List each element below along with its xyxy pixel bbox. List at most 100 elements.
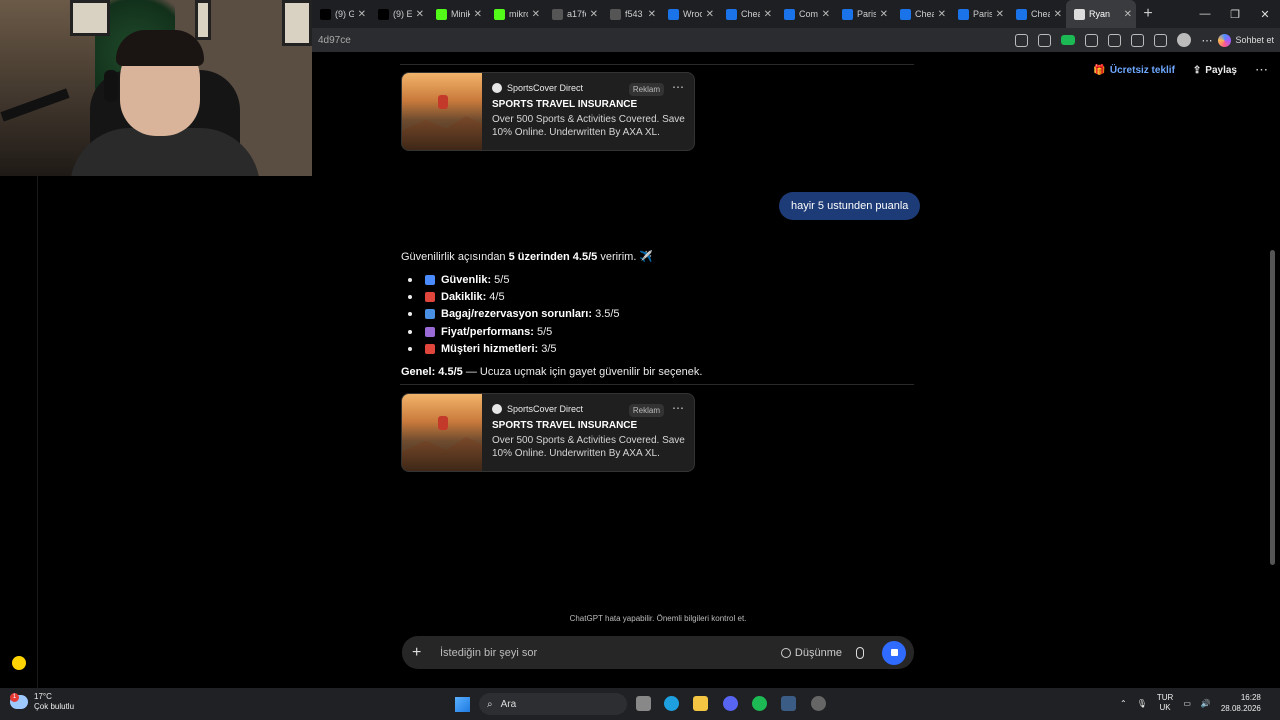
browser-tab[interactable]: Paris ✕ — [834, 0, 892, 28]
weather-widget[interactable]: 1 17°C Çok bulutlu — [10, 692, 74, 712]
webcam-mic-arm — [0, 88, 70, 122]
ad-tag: Reklam — [628, 404, 664, 417]
spotify-icon[interactable] — [752, 696, 767, 711]
tab-title: a17fe — [567, 9, 586, 19]
address-bar: 4d97ce ⋯ Sohbet et — [312, 28, 1280, 52]
ad-more-icon[interactable]: ⋯ — [672, 401, 684, 415]
clock[interactable]: 16:28 28.08.2026 — [1221, 692, 1261, 714]
rating-value: 3.5/5 — [592, 308, 620, 321]
browser-tab[interactable]: (9) Ga ✕ — [312, 0, 370, 28]
split-screen-icon[interactable] — [1131, 33, 1145, 47]
reader-icon[interactable] — [1015, 33, 1029, 47]
browser-tab[interactable]: Chea ✕ — [1008, 0, 1066, 28]
cheaptickets-icon — [1016, 8, 1027, 20]
profile-avatar[interactable] — [1177, 33, 1192, 47]
close-tab-icon[interactable]: ✕ — [764, 9, 772, 20]
microphone-icon[interactable]: 🎙 — [1137, 699, 1147, 708]
tab-title: Paris — [857, 9, 876, 19]
close-tab-icon[interactable]: ✕ — [822, 9, 830, 20]
volume-icon[interactable]: 🔊 — [1201, 699, 1211, 708]
extension-icon[interactable] — [1085, 33, 1099, 47]
tab-title: Chea — [741, 9, 760, 19]
browser-tab[interactable]: Ryan ✕ — [1066, 0, 1136, 28]
new-tab-button[interactable]: + — [1136, 5, 1160, 23]
search-icon: ⌕ — [487, 698, 493, 710]
close-tab-icon[interactable]: ✕ — [532, 9, 540, 20]
windows-start-icon[interactable] — [455, 697, 470, 712]
tab-title: Paris — [973, 9, 992, 19]
close-tab-icon[interactable]: ✕ — [1124, 9, 1132, 20]
favorite-icon[interactable] — [1038, 33, 1052, 47]
tab-title: Ryan — [1089, 9, 1111, 19]
browser-tab[interactable]: Paris ✕ — [950, 0, 1008, 28]
edge-icon[interactable] — [664, 696, 679, 711]
share-label: Paylaş — [1205, 64, 1237, 76]
language-indicator[interactable]: TUR UK — [1157, 693, 1173, 713]
more-options-icon[interactable]: ⋯ — [1201, 34, 1212, 47]
cheaptickets-icon — [668, 8, 679, 20]
discord-icon[interactable] — [723, 696, 738, 711]
think-toggle-button[interactable]: Düşünme — [780, 646, 842, 659]
free-offer-button[interactable]: 🎁 Ücretsiz teklif — [1093, 65, 1174, 76]
sponsored-ad-card[interactable]: SportsCover Direct SPORTS TRAVEL INSURAN… — [401, 72, 695, 151]
close-tab-icon[interactable]: ✕ — [996, 9, 1004, 20]
steam-icon[interactable] — [781, 696, 796, 711]
browser-tab[interactable]: Chea ✕ — [718, 0, 776, 28]
close-tab-icon[interactable]: ✕ — [880, 9, 888, 20]
favorites-icon[interactable] — [1154, 33, 1168, 47]
bullet — [408, 295, 412, 300]
rating-item: Dakiklik: 4/5 — [401, 288, 911, 305]
stop-generating-button[interactable] — [882, 640, 906, 665]
browser-tab[interactable]: Comp ✕ — [776, 0, 834, 28]
close-tab-icon[interactable]: ✕ — [416, 9, 424, 20]
restore-icon[interactable]: ❐ — [1220, 8, 1250, 21]
close-tab-icon[interactable]: ✕ — [358, 9, 366, 20]
think-label: Düşünme — [794, 646, 842, 659]
rating-label: Müşteri hizmetleri: — [441, 343, 539, 356]
task-view-icon[interactable] — [636, 696, 651, 711]
bullet — [408, 347, 412, 352]
close-tab-icon[interactable]: ✕ — [648, 9, 656, 20]
app-icon[interactable] — [811, 696, 826, 711]
ad-title: SPORTS TRAVEL INSURANCE — [492, 99, 638, 110]
close-icon[interactable]: ✕ — [1250, 8, 1280, 21]
display-icon[interactable]: ▭ — [1183, 699, 1191, 708]
microphone-icon[interactable] — [856, 646, 864, 659]
browser-tab[interactable]: mikro ✕ — [486, 0, 544, 28]
ad-more-icon[interactable]: ⋯ — [672, 80, 684, 94]
extension-icon[interactable] — [1061, 35, 1076, 45]
browser-tab[interactable]: Wroc ✕ — [660, 0, 718, 28]
add-attachment-button[interactable]: + — [412, 644, 430, 662]
close-tab-icon[interactable]: ✕ — [474, 9, 482, 20]
more-options-icon[interactable]: ⋯ — [1255, 62, 1268, 78]
close-tab-icon[interactable]: ✕ — [706, 9, 714, 20]
browser-tab[interactable]: f543 ✕ — [602, 0, 660, 28]
prompt-input[interactable]: İstediğin bir şeyi sor — [440, 647, 781, 659]
close-tab-icon[interactable]: ✕ — [590, 9, 598, 20]
file-explorer-icon[interactable] — [693, 696, 708, 711]
sponsored-ad-card[interactable]: SportsCover Direct SPORTS TRAVEL INSURAN… — [401, 393, 695, 472]
browser-tab[interactable]: Minik ✕ — [428, 0, 486, 28]
share-button[interactable]: ⇪ Paylaş — [1193, 65, 1237, 76]
scrollbar[interactable] — [1270, 250, 1275, 565]
window-controls: — ❐ ✕ — [1190, 0, 1280, 28]
url-field[interactable]: 4d97ce — [318, 35, 1015, 46]
taskbar-search[interactable]: ⌕ Ara — [479, 693, 627, 715]
copilot-chat-button[interactable]: Sohbet et — [1218, 33, 1274, 47]
browser-tab[interactable]: a17fe ✕ — [544, 0, 602, 28]
rating-value: 5/5 — [491, 273, 510, 286]
minimize-icon[interactable]: — — [1190, 8, 1220, 20]
browser-tab[interactable]: Chea ✕ — [892, 0, 950, 28]
browser-tab-strip: (9) Ga✕(9) Eri✕Minik✕mikro✕a17fe✕f543✕Wr… — [312, 0, 1280, 28]
cheaptickets-icon — [900, 8, 911, 20]
webcam-overlay — [0, 0, 312, 176]
close-tab-icon[interactable]: ✕ — [1054, 9, 1062, 20]
browser-tab[interactable]: (9) Eri ✕ — [370, 0, 428, 28]
kick-icon — [436, 8, 447, 20]
x-logo-icon — [378, 8, 389, 20]
rating-item: Güvenlik: 5/5 — [401, 271, 911, 288]
extensions-puzzle-icon[interactable] — [1108, 33, 1122, 47]
ad-brand-name: SportsCover Direct — [507, 404, 584, 414]
chevron-up-icon[interactable]: ⌃ — [1120, 699, 1127, 708]
close-tab-icon[interactable]: ✕ — [938, 9, 946, 20]
